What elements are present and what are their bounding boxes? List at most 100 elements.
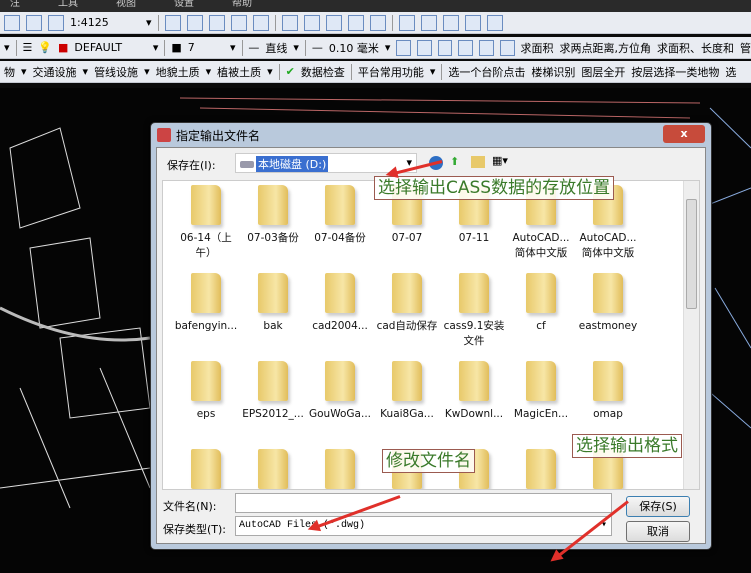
- menu-item[interactable]: 视图: [116, 0, 136, 12]
- folder-icon: [258, 273, 288, 313]
- tool-icon[interactable]: [369, 14, 386, 31]
- tool-icon[interactable]: [230, 14, 247, 31]
- folder-item[interactable]: 07-03备份: [240, 185, 306, 246]
- folder-item[interactable]: 06-14（上午）: [173, 185, 239, 261]
- close-button[interactable]: x: [663, 125, 705, 143]
- tool-icon[interactable]: [479, 39, 494, 56]
- folder-name: GouWoGa...: [309, 408, 371, 420]
- bulb-icon[interactable]: 💡: [38, 41, 52, 54]
- tool-icon[interactable]: [396, 39, 412, 56]
- layers-icon[interactable]: ☰: [22, 41, 32, 54]
- filename-input[interactable]: [235, 493, 612, 513]
- folder-item[interactable]: [307, 449, 373, 489]
- tool-icon[interactable]: [325, 14, 342, 31]
- menu-item[interactable]: 注: [10, 0, 20, 12]
- more-button[interactable]: 管: [740, 40, 751, 56]
- tool-button[interactable]: 图层全开: [581, 64, 625, 80]
- tool-icon[interactable]: [4, 14, 20, 31]
- up-folder-icon[interactable]: ⬆: [450, 155, 459, 168]
- area-length-button[interactable]: 求面积、长度和: [657, 40, 734, 56]
- menu-button[interactable]: 物: [4, 64, 15, 80]
- tool-icon[interactable]: [208, 14, 225, 31]
- view-menu-icon[interactable]: ▦▾: [492, 154, 508, 167]
- folder-item[interactable]: omap: [575, 361, 641, 422]
- save-in-value: 本地磁盘 (D:): [256, 156, 329, 172]
- menu-button[interactable]: 植被土质: [217, 64, 261, 80]
- tool-icon[interactable]: [186, 14, 203, 31]
- tool-button[interactable]: 选: [725, 64, 736, 80]
- folder-name: EPS2012_...: [242, 408, 304, 420]
- folder-name: cass9.1安装文件: [443, 320, 505, 347]
- linetype-select[interactable]: 直线: [265, 40, 287, 56]
- folder-item[interactable]: KwDownl...: [441, 361, 507, 422]
- tool-icon[interactable]: [281, 14, 298, 31]
- tool-icon[interactable]: [347, 14, 364, 31]
- tool-icon[interactable]: [252, 14, 269, 31]
- folder-icon: [459, 273, 489, 313]
- folder-item[interactable]: cass9.1安装文件: [441, 273, 507, 349]
- tool-icon[interactable]: [26, 14, 42, 31]
- tool-icon[interactable]: [442, 14, 459, 31]
- menu-button[interactable]: 交通设施: [33, 64, 77, 80]
- menu-button[interactable]: 地貌土质: [156, 64, 200, 80]
- tool-button[interactable]: 选一个台阶点击: [448, 64, 525, 80]
- folder-item[interactable]: cf: [508, 273, 574, 334]
- folder-icon: [191, 185, 221, 225]
- tool-icon[interactable]: [486, 14, 503, 31]
- folder-item[interactable]: eps: [173, 361, 239, 422]
- folder-item[interactable]: [508, 449, 574, 489]
- folder-item[interactable]: eastmoney: [575, 273, 641, 334]
- menu-button[interactable]: 管线设施: [94, 64, 138, 80]
- folder-item[interactable]: MagicEn...: [508, 361, 574, 422]
- tool-button[interactable]: 按层选择一类地物: [631, 64, 719, 80]
- check-icon: ✔: [285, 65, 295, 78]
- folder-item[interactable]: cad自动保存: [374, 273, 440, 334]
- folder-name: 07-07: [391, 232, 423, 244]
- scale-select[interactable]: 1:4125: [70, 16, 140, 29]
- tool-icon[interactable]: [420, 14, 437, 31]
- menu-item[interactable]: 工具: [58, 0, 78, 12]
- tool-icon[interactable]: [464, 14, 481, 31]
- scrollbar-thumb[interactable]: [686, 199, 697, 309]
- folder-item[interactable]: [240, 449, 306, 489]
- tool-icon[interactable]: [303, 14, 320, 31]
- filename-label: 文件名(N):: [163, 500, 217, 513]
- folder-item[interactable]: 07-04备份: [307, 185, 373, 246]
- folder-item[interactable]: [173, 449, 239, 489]
- tool-icon[interactable]: [458, 39, 474, 56]
- scrollbar[interactable]: [683, 181, 699, 489]
- folder-item[interactable]: Kuai8Ga...: [374, 361, 440, 422]
- folder-item[interactable]: EPS2012_...: [240, 361, 306, 422]
- tool-icon[interactable]: [398, 14, 415, 31]
- folder-name: bafengyin...: [174, 320, 238, 332]
- folder-item[interactable]: bak: [240, 273, 306, 334]
- menu-item[interactable]: 设置: [174, 0, 194, 12]
- tool-button[interactable]: 楼梯识别: [531, 64, 575, 80]
- folder-icon: [258, 185, 288, 225]
- folder-item[interactable]: GouWoGa...: [307, 361, 373, 422]
- save-button[interactable]: 保存(S): [626, 496, 690, 517]
- menu-bar: 注 工具 视图 设置 帮助: [0, 0, 751, 12]
- tool-icon[interactable]: [164, 14, 181, 31]
- tool-icon[interactable]: [499, 39, 515, 56]
- folder-name: 07-04备份: [314, 232, 366, 244]
- tool-icon[interactable]: [48, 14, 64, 31]
- area-button[interactable]: 求面积: [521, 40, 554, 56]
- folder-item[interactable]: bafengyin...: [173, 273, 239, 334]
- cancel-button[interactable]: 取消: [626, 521, 690, 542]
- layer-select[interactable]: DEFAULT: [74, 41, 146, 54]
- color-select[interactable]: 7: [188, 41, 224, 54]
- folder-name: KwDownl...: [444, 408, 504, 420]
- tool-icon[interactable]: [437, 39, 453, 56]
- new-folder-icon[interactable]: [471, 156, 485, 168]
- folder-icon: [258, 361, 288, 401]
- menu-item[interactable]: 帮助: [232, 0, 252, 12]
- data-check-button[interactable]: 数据检查: [301, 64, 345, 80]
- lineweight-select[interactable]: 0.10 毫米: [329, 40, 379, 56]
- filetype-select[interactable]: AutoCAD Files (*.dwg) ▾: [235, 516, 612, 536]
- tool-icon[interactable]: [417, 39, 432, 56]
- menu-button[interactable]: 平台常用功能: [358, 64, 424, 80]
- folder-item[interactable]: cad2004...: [307, 273, 373, 334]
- distance-button[interactable]: 求两点距离,方位角: [560, 40, 652, 56]
- color-swatch-icon: ■: [58, 41, 69, 54]
